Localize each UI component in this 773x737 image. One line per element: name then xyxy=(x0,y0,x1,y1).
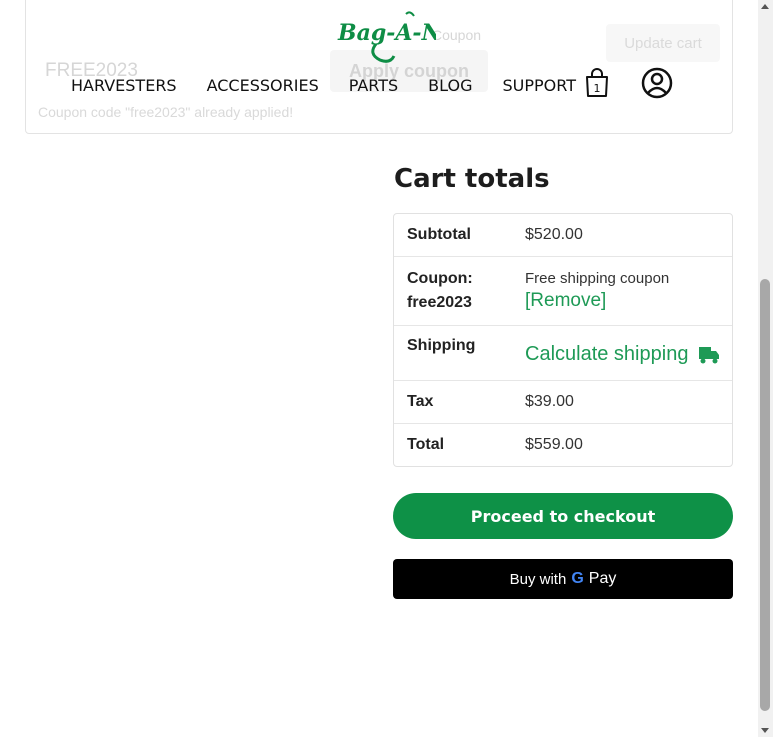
remove-coupon-link[interactable]: [Remove] xyxy=(525,290,606,312)
google-g-icon: G xyxy=(571,570,584,587)
shopping-bag-icon[interactable]: 1 xyxy=(584,68,610,98)
account-icon[interactable] xyxy=(641,67,673,99)
coupon-row-label: Coupon: free2023 xyxy=(407,270,473,311)
logo-wordmark: Bag-A-Nut xyxy=(337,20,436,46)
shipping-label: Shipping xyxy=(407,337,476,354)
nav-parts[interactable]: PARTS xyxy=(349,76,398,95)
update-cart-button[interactable]: Update cart xyxy=(606,24,720,62)
gpay-prefix: Buy with xyxy=(509,570,567,588)
proceed-to-checkout-button[interactable]: Proceed to checkout xyxy=(393,493,733,539)
main-nav: HARVESTERS ACCESSORIES PARTS BLOG SUPPOR… xyxy=(71,76,576,95)
tax-row: Tax $39.00 xyxy=(394,381,732,424)
scrollbar-thumb[interactable] xyxy=(760,279,770,711)
shipping-row: Shipping Calculate shipping xyxy=(394,326,732,381)
total-value: $559.00 xyxy=(525,436,583,453)
nav-accessories[interactable]: ACCESSORIES xyxy=(207,76,319,95)
calculate-shipping-label: Calculate shipping xyxy=(525,343,689,365)
coupon-row-value: Free shipping coupon xyxy=(525,270,670,287)
truck-icon xyxy=(699,346,720,363)
bag-a-nut-logo[interactable]: Bag-A-Nut xyxy=(336,8,468,64)
cart-totals-table: Subtotal $520.00 Coupon: free2023 Free s… xyxy=(393,213,733,467)
coupon-label: Coupon xyxy=(432,27,482,43)
cart-totals-title: Cart totals xyxy=(394,164,550,194)
nav-harvesters[interactable]: HARVESTERS xyxy=(71,76,177,95)
coupon-row: Coupon: free2023 Free shipping coupon [R… xyxy=(394,257,732,326)
subtotal-label: Subtotal xyxy=(407,226,471,243)
coupon-notice: Coupon code "free2023" already applied! xyxy=(38,104,294,120)
scroll-up-arrow-icon[interactable] xyxy=(761,4,769,9)
subtotal-value: $520.00 xyxy=(525,226,583,243)
tax-value: $39.00 xyxy=(525,393,574,410)
subtotal-row: Subtotal $520.00 xyxy=(394,214,732,257)
nav-blog[interactable]: BLOG xyxy=(428,76,472,95)
tax-label: Tax xyxy=(407,393,434,410)
total-row: Total $559.00 xyxy=(394,424,732,466)
total-label: Total xyxy=(407,436,445,453)
vertical-scrollbar[interactable] xyxy=(758,0,773,737)
cart-count: 1 xyxy=(594,82,601,95)
nav-support[interactable]: SUPPORT xyxy=(502,76,575,95)
google-pay-button[interactable]: Buy with G Pay xyxy=(393,559,733,599)
gpay-pay-text: Pay xyxy=(588,570,617,587)
scroll-down-arrow-icon[interactable] xyxy=(761,728,769,733)
calculate-shipping-link[interactable]: Calculate shipping xyxy=(525,343,720,366)
